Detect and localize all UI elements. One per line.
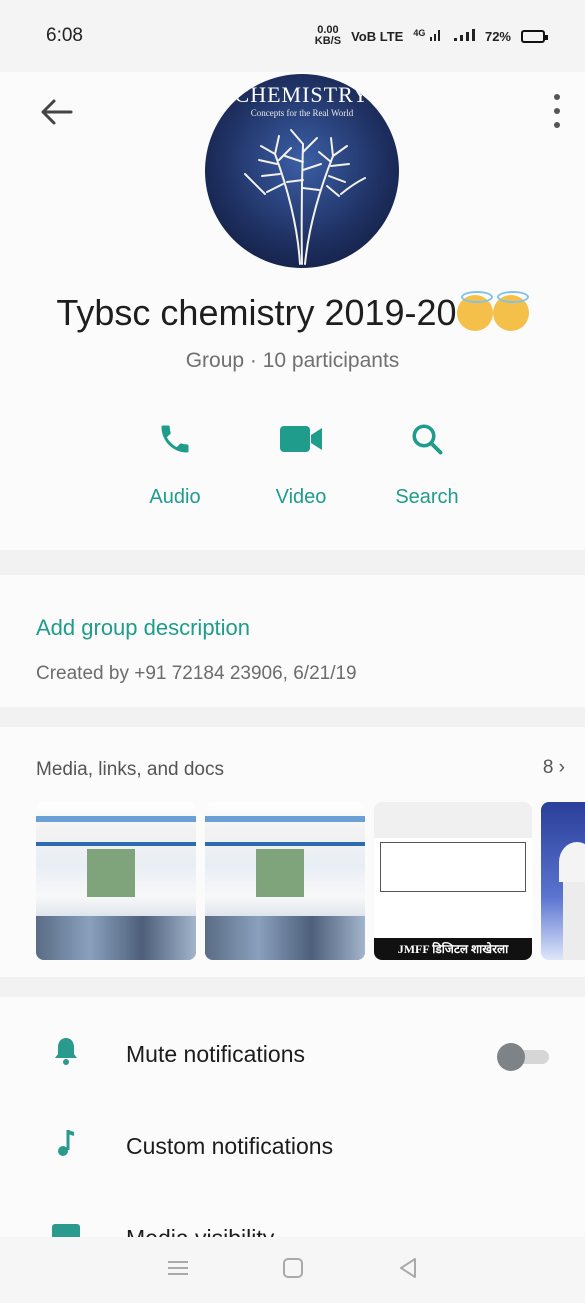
recent-apps-button[interactable] (166, 1258, 190, 1283)
navigation-bar (0, 1237, 585, 1303)
description-section: Add group description Created by +91 721… (0, 575, 585, 707)
arrow-left-icon (41, 99, 73, 125)
status-time: 6:08 (46, 25, 83, 46)
media-title[interactable]: Media, links, and docs (36, 759, 224, 781)
video-call-button[interactable]: Video (246, 417, 356, 509)
signal-4g-icon: 4G (413, 28, 443, 45)
media-thumbnail[interactable] (205, 802, 365, 960)
media-section: Media, links, and docs 8 › JMFF डिजिटल श… (0, 727, 585, 977)
media-thumbnail[interactable] (541, 802, 585, 960)
add-group-description-link[interactable]: Add group description (36, 615, 250, 641)
status-indicators: 0.00 KB/S VoB LTE 4G 72% (314, 24, 548, 47)
more-options-button[interactable] (549, 94, 565, 128)
smiling-face-with-halo-icon (492, 291, 529, 331)
back-button[interactable] (40, 98, 74, 126)
back-triangle-icon (399, 1257, 416, 1278)
media-visibility-row[interactable]: Media visibility (0, 1189, 585, 1237)
more-vert-icon (554, 94, 560, 100)
chevron-right-icon: › (558, 757, 565, 778)
video-icon (280, 426, 322, 452)
group-name[interactable]: Tybsc chemistry 2019-20 (0, 291, 585, 334)
group-header: CHEMISTRY Concepts for the Real World Ty… (0, 72, 585, 550)
signal-icon (453, 28, 475, 45)
audio-call-button[interactable]: Audio (120, 417, 230, 509)
music-note-icon (50, 1127, 82, 1159)
created-by-text: Created by +91 72184 23906, 6/21/19 (36, 663, 357, 684)
media-count-link[interactable]: 8 › (543, 757, 565, 779)
net-speed: 0.00 KB/S (314, 24, 342, 47)
menu-icon (168, 1260, 189, 1275)
search-button[interactable]: Search (372, 417, 482, 509)
battery-percent: 72% (484, 28, 511, 44)
bell-icon (50, 1035, 82, 1067)
back-nav-button[interactable] (397, 1257, 419, 1284)
battery-icon (521, 29, 548, 43)
smiling-face-with-halo-icon (456, 291, 493, 331)
grass-plumes-image (244, 129, 366, 265)
group-meta: Group · 10 participants (185, 349, 400, 372)
media-thumbnail[interactable] (36, 802, 196, 960)
mute-toggle[interactable] (497, 1043, 549, 1071)
image-icon (50, 1219, 82, 1237)
volte-indicator: VoB LTE (351, 28, 404, 44)
home-button[interactable] (282, 1257, 304, 1284)
group-avatar[interactable]: CHEMISTRY Concepts for the Real World (205, 74, 399, 268)
home-square-icon (283, 1257, 304, 1278)
settings-section: Mute notifications Custom notifications … (0, 997, 585, 1237)
status-bar: 6:08 0.00 KB/S VoB LTE 4G 72% (0, 0, 585, 72)
custom-notifications-row[interactable]: Custom notifications (0, 1097, 585, 1187)
search-icon (412, 424, 443, 455)
media-thumbnail[interactable]: JMFF डिजिटल शाखेरला (374, 802, 532, 960)
mute-notifications-row[interactable]: Mute notifications (0, 1005, 585, 1095)
phone-icon (161, 425, 189, 453)
